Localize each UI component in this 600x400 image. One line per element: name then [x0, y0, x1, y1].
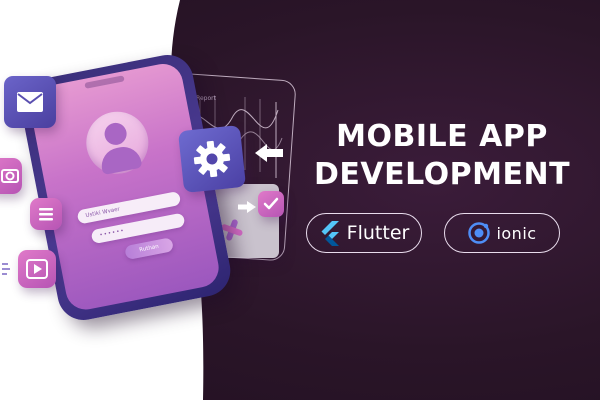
play-icon	[26, 259, 48, 279]
hero-banner: Daily Report Ustiki Wvaer •••••• Ruthan	[0, 0, 600, 400]
ionic-logo-icon	[468, 222, 491, 244]
page-title: MOBILE APP DEVELOPMENT	[292, 118, 592, 194]
submit-button[interactable]: Ruthan	[124, 237, 174, 261]
camera-icon	[1, 169, 19, 183]
menu-tile	[30, 198, 62, 230]
play-tile	[18, 250, 56, 288]
flutter-badge: Flutter	[306, 213, 422, 253]
arrow-left-icon	[255, 144, 283, 162]
camera-tile	[0, 158, 22, 194]
mail-icon	[17, 92, 43, 112]
flutter-logo-icon	[321, 221, 339, 246]
settings-tile	[177, 124, 247, 194]
gear-icon	[193, 140, 231, 178]
avatar-icon	[80, 106, 154, 180]
checkmark-icon	[263, 197, 279, 210]
ionic-badge: ionic	[444, 213, 560, 253]
phone-notch	[83, 75, 125, 89]
arrow-right-icon	[238, 201, 256, 213]
title-line-2: DEVELOPMENT	[313, 157, 571, 192]
small-tick-icon	[2, 263, 10, 275]
flutter-label: Flutter	[346, 222, 410, 244]
ionic-label: ionic	[496, 223, 537, 243]
title-line-1: MOBILE APP	[336, 119, 548, 154]
mail-tile	[4, 76, 56, 128]
check-tile	[258, 191, 284, 217]
menu-list-icon	[39, 208, 53, 221]
